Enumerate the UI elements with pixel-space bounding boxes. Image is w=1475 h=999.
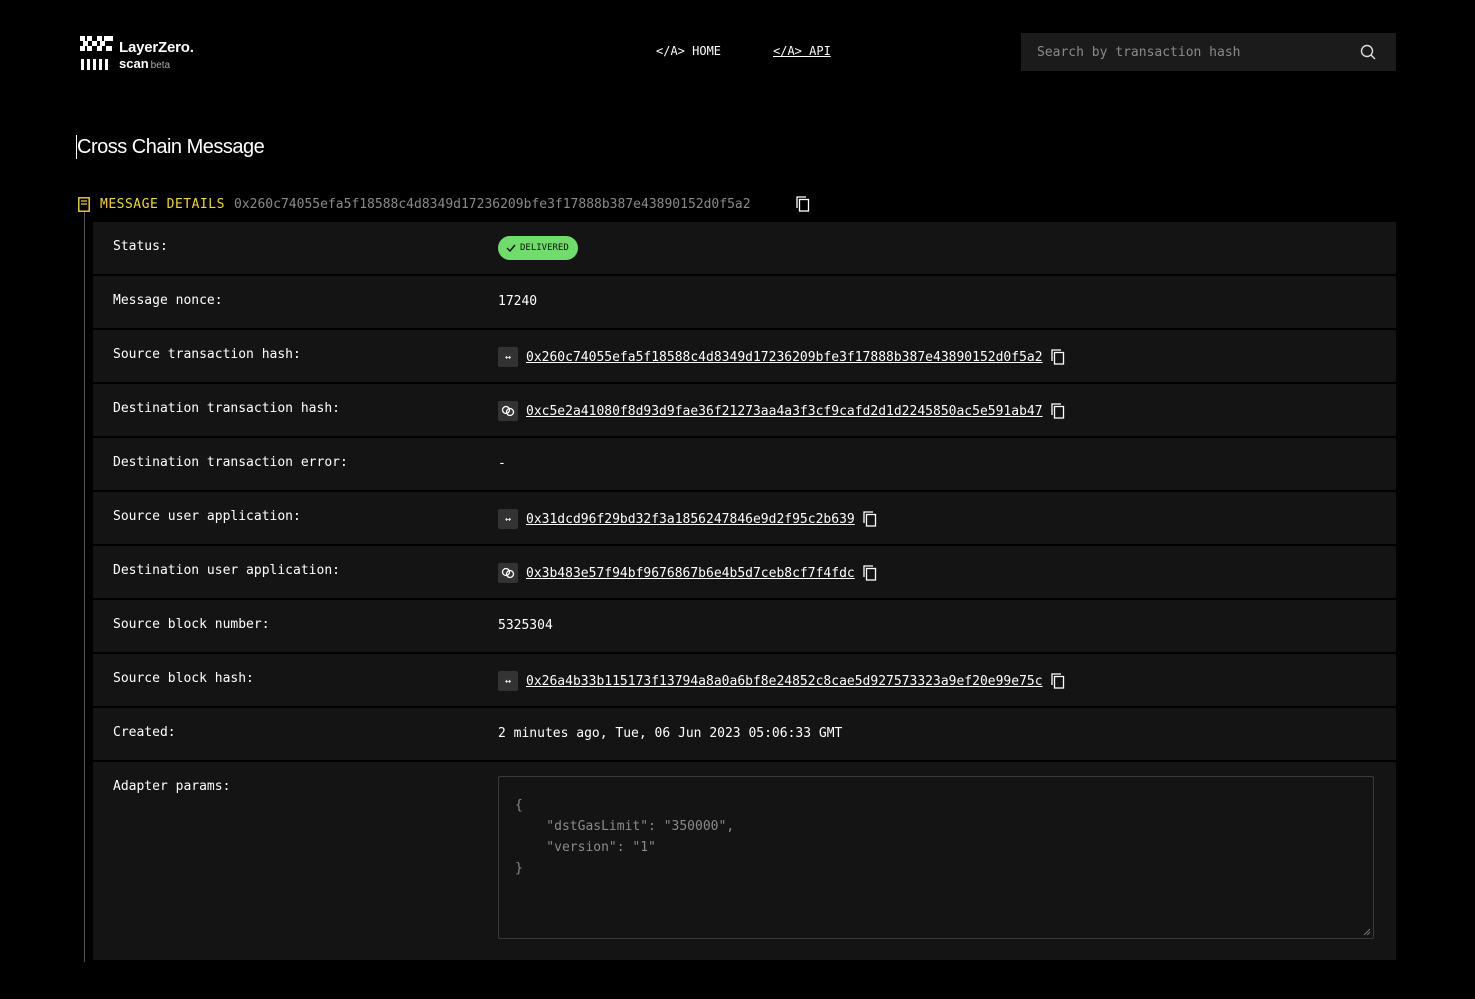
row-label: Adapter params: (113, 779, 231, 794)
row-label: Destination transaction error: (113, 455, 348, 470)
nav-api-link[interactable]: </A> API (773, 44, 831, 58)
destination-tx-value: 0xc5e2a41080f8d93d9fae36f21273aa4a3f3cf9… (498, 401, 1065, 421)
block-hash-link[interactable]: 0x26a4b33b115173f13794a8a0a6bf8e24852c8c… (526, 674, 1043, 689)
row-label: Source block hash: (113, 671, 254, 686)
chain-arrows-icon: ↔ (498, 671, 518, 691)
source-tx-value: ↔ 0x260c74055efa5f18588c4d8349d17236209b… (498, 347, 1065, 367)
created-value: 2 minutes ago, Tue, 06 Jun 2023 05:06:33… (498, 726, 843, 741)
row-adapter-params: Adapter params: { "dstGasLimit": "350000… (93, 762, 1396, 960)
message-hash: 0x260c74055efa5f18588c4d8349d17236209bfe… (234, 197, 751, 212)
beta-label: beta (150, 60, 171, 71)
copy-icon[interactable] (796, 196, 810, 212)
row-destination-tx: Destination transaction hash: 0xc5e2a410… (93, 384, 1396, 436)
row-label: Message nonce: (113, 293, 223, 308)
copy-icon[interactable] (863, 511, 877, 527)
logo-scan-text: scan (119, 56, 149, 71)
row-nonce: Message nonce: 17240 (93, 276, 1396, 328)
destination-tx-link[interactable]: 0xc5e2a41080f8d93d9fae36f21273aa4a3f3cf9… (526, 404, 1043, 419)
logo-mark-icon (80, 36, 113, 70)
copy-icon[interactable] (863, 565, 877, 581)
block-number-value: 5325304 (498, 618, 553, 633)
row-label: Source user application: (113, 509, 301, 524)
row-label: Source transaction hash: (113, 347, 301, 362)
copy-icon[interactable] (1050, 673, 1065, 689)
source-tx-link[interactable]: 0x260c74055efa5f18588c4d8349d17236209bfe… (526, 350, 1043, 365)
chain-arrows-icon: ↔ (498, 347, 518, 367)
layerzero-logo[interactable]: LayerZero. scan beta (80, 36, 210, 72)
resize-handle-icon[interactable] (1363, 928, 1371, 936)
source-ua-value: ↔ 0x31dcd96f29bd32f3a1856247846e9d2f95c2… (498, 509, 877, 529)
adapter-params-json: { "dstGasLimit": "350000", "version": "1… (515, 798, 735, 876)
search-icon[interactable] (1360, 44, 1376, 60)
message-details-label: MESSAGE DETAILS (100, 197, 225, 212)
destination-ua-link[interactable]: 0x3b483e57f94bf9676867b6e4b5d7ceb8cf7f4f… (526, 566, 855, 581)
details-divider (84, 212, 85, 962)
adapter-params-textarea[interactable]: { "dstGasLimit": "350000", "version": "1… (498, 776, 1374, 939)
row-destination-error: Destination transaction error: - (93, 438, 1396, 490)
row-status: Status: DELIVERED (93, 222, 1396, 274)
chain-arrows-icon: ↔ (498, 509, 518, 529)
chain-link-icon (498, 563, 518, 583)
row-label: Status: (113, 239, 168, 254)
copy-icon[interactable] (1050, 349, 1065, 365)
row-label: Source block number: (113, 617, 270, 632)
row-source-ua: Source user application: ↔ 0x31dcd96f29b… (93, 492, 1396, 544)
row-label: Destination transaction hash: (113, 401, 340, 416)
row-block-number: Source block number: 5325304 (93, 600, 1396, 652)
search-input[interactable] (1021, 33, 1373, 71)
destination-ua-value: 0x3b483e57f94bf9676867b6e4b5d7ceb8cf7f4f… (498, 563, 877, 583)
row-destination-ua: Destination user application: 0x3b483e57… (93, 546, 1396, 598)
document-icon (78, 197, 90, 212)
logo-text: LayerZero. (119, 39, 194, 56)
row-created: Created: 2 minutes ago, Tue, 06 Jun 2023… (93, 708, 1396, 760)
source-ua-link[interactable]: 0x31dcd96f29bd32f3a1856247846e9d2f95c2b6… (526, 512, 855, 527)
row-source-tx: Source transaction hash: ↔ 0x260c74055ef… (93, 330, 1396, 382)
row-label: Destination user application: (113, 563, 340, 578)
chain-link-icon (498, 401, 518, 421)
destination-error-value: - (498, 456, 506, 471)
logo-subtext: scan beta (119, 56, 170, 71)
status-text: DELIVERED (520, 243, 569, 253)
check-icon (506, 244, 516, 252)
status-badge: DELIVERED (498, 236, 578, 260)
nav-home-link[interactable]: </A> HOME (656, 44, 721, 58)
nonce-value: 17240 (498, 294, 538, 309)
row-block-hash: Source block hash: ↔ 0x26a4b33b115173f13… (93, 654, 1396, 706)
page-title: Cross Chain Message (76, 135, 265, 159)
row-label: Created: (113, 725, 176, 740)
message-details-table: Status: DELIVERED Message nonce: 17240 S… (93, 222, 1396, 962)
block-hash-value: ↔ 0x26a4b33b115173f13794a8a0a6bf8e24852c… (498, 671, 1065, 691)
search-box (1021, 33, 1396, 71)
copy-icon[interactable] (1050, 403, 1065, 419)
